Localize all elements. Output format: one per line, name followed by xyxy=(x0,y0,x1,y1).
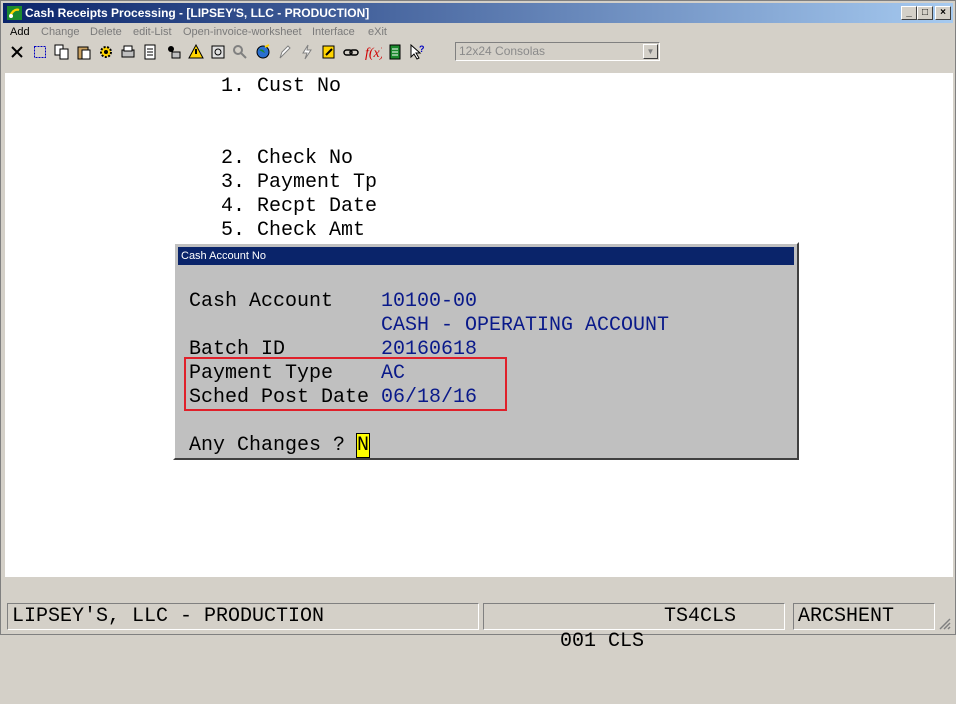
cash-account-label: Cash Account xyxy=(189,290,334,313)
any-changes-input[interactable]: N xyxy=(355,433,371,458)
close-button[interactable]: × xyxy=(935,6,951,20)
field-label-check-amt: 5. Check Amt xyxy=(221,219,366,242)
function-icon[interactable]: f(x) xyxy=(363,42,383,62)
svg-text:?: ? xyxy=(419,44,425,54)
edit-icon[interactable] xyxy=(319,42,339,62)
highlight-box xyxy=(184,357,507,411)
status-company-code: 001 CLS TS4CLS xyxy=(483,603,785,653)
notes-icon[interactable] xyxy=(385,42,405,62)
document-icon[interactable] xyxy=(140,42,160,62)
alert-icon[interactable] xyxy=(186,42,206,62)
gear-icon[interactable] xyxy=(96,42,116,62)
cash-account-dialog: Cash Account No Cash Account 10100-00 CA… xyxy=(173,242,799,460)
application-window: Cash Receipts Processing - [LIPSEY'S, LL… xyxy=(0,0,956,653)
cash-account-desc: CASH - OPERATING ACCOUNT xyxy=(381,314,670,337)
menu-edit-list[interactable]: edit-List xyxy=(133,26,172,38)
menu-interface[interactable]: Interface xyxy=(312,26,355,38)
pen-icon[interactable] xyxy=(275,42,295,62)
menu-delete[interactable]: Delete xyxy=(90,26,122,38)
app-logo-icon xyxy=(7,6,22,20)
chevron-down-icon[interactable]: ▼ xyxy=(643,44,658,59)
help-pointer-icon[interactable]: ? xyxy=(407,42,427,62)
paste-icon[interactable] xyxy=(74,42,94,62)
title-bar[interactable]: Cash Receipts Processing - [LIPSEY'S, LL… xyxy=(3,3,953,23)
field-label-cust-no: 1. Cust No xyxy=(221,75,342,98)
status-company: LIPSEY'S, LLC - PRODUCTION xyxy=(7,603,479,630)
status-company-code-text: 001 CLS xyxy=(560,630,645,653)
zoom-icon[interactable] xyxy=(208,42,228,62)
font-select-value: 12x24 Consolas xyxy=(459,44,546,58)
lightning-icon[interactable] xyxy=(297,42,317,62)
link-icon[interactable] xyxy=(341,42,361,62)
toolbar: f(x) ? 12x24 Consolas ▼ xyxy=(3,41,953,63)
field-label-recpt-date: 4. Recpt Date xyxy=(221,195,378,218)
menu-open-invoice-worksheet[interactable]: Open-invoice-worksheet xyxy=(183,26,302,38)
status-terminal: TS4CLS xyxy=(664,605,737,628)
user-print-icon[interactable] xyxy=(163,42,183,62)
font-select[interactable]: 12x24 Consolas ▼ xyxy=(455,42,660,61)
any-changes-label: Any Changes ? xyxy=(189,434,346,457)
search-icon[interactable] xyxy=(230,42,250,62)
menu-bar: Add Change Delete edit-List Open-invoice… xyxy=(3,24,953,41)
dialog-title: Cash Account No xyxy=(178,247,794,265)
menu-change[interactable]: Change xyxy=(41,26,80,38)
menu-add[interactable]: Add xyxy=(10,26,30,38)
status-user: ARCSHENT xyxy=(793,603,935,630)
field-label-check-no: 2. Check No xyxy=(221,147,354,170)
maximize-button[interactable]: □ xyxy=(917,6,933,20)
resize-grip-icon[interactable] xyxy=(937,616,951,630)
minimize-button[interactable]: _ xyxy=(901,6,917,20)
select-icon[interactable] xyxy=(30,42,50,62)
window-title: Cash Receipts Processing - [LIPSEY'S, LL… xyxy=(25,6,370,20)
print-setup-icon[interactable] xyxy=(118,42,138,62)
field-label-payment-tp: 3. Payment Tp xyxy=(221,171,378,194)
status-bar: LIPSEY'S, LLC - PRODUCTION 001 CLS TS4CL… xyxy=(5,601,953,653)
globe-icon[interactable] xyxy=(253,42,273,62)
cash-account-value: 10100-00 xyxy=(381,290,478,313)
svg-text:f(x): f(x) xyxy=(365,46,382,60)
close-x-icon[interactable] xyxy=(7,42,27,62)
menu-exit[interactable]: eXit xyxy=(368,26,387,38)
copy-icon[interactable] xyxy=(52,42,72,62)
